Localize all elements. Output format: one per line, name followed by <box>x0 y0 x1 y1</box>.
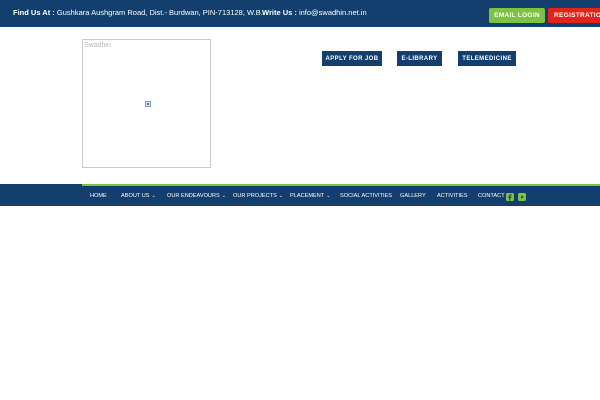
address-info: Find Us At : Gushkara Aushgram Road, Dis… <box>13 8 263 17</box>
email-login-button[interactable]: EMAIL LOGIN <box>489 8 545 23</box>
top-info-bar: Find Us At : Gushkara Aushgram Road, Dis… <box>0 0 600 27</box>
youtube-icon[interactable] <box>518 193 526 201</box>
nav-contact[interactable]: CONTACT <box>478 186 505 206</box>
e-library-button[interactable]: E-LIBRARY <box>397 51 442 66</box>
nav-about-us[interactable]: ABOUT US ⌄ <box>121 186 156 206</box>
nav-placement[interactable]: PLACEMENT ⌄ <box>290 186 330 206</box>
chevron-down-icon: ⌄ <box>151 193 156 199</box>
nav-our-projects[interactable]: OUR PROJECTS ⌄ <box>233 186 283 206</box>
chevron-down-icon: ⌄ <box>278 193 284 199</box>
nav-gallery[interactable]: GALLERY <box>400 186 426 206</box>
address-text: Gushkara Aushgram Road, Dist.- Burdwan, … <box>56 8 263 17</box>
write-us-label: Write Us : <box>262 8 297 17</box>
chevron-down-icon: ⌄ <box>326 193 331 199</box>
facebook-icon[interactable] <box>506 193 514 201</box>
registration-button[interactable]: REGISTRATION <box>548 8 600 23</box>
site-logo[interactable]: Swadhin <box>82 39 211 168</box>
telemedicine-button[interactable]: TELEMEDICINE <box>458 51 516 66</box>
email-info: Write Us : info@swadhin.net.in <box>262 8 367 17</box>
chevron-down-icon: ⌄ <box>221 193 226 199</box>
broken-image-icon <box>145 101 151 107</box>
nav-our-endeavours[interactable]: OUR ENDEAVOURS ⌄ <box>167 186 226 206</box>
logo-alt-text: Swadhin <box>84 42 111 49</box>
apply-for-job-button[interactable]: APPLY FOR JOB <box>322 51 382 66</box>
nav-home[interactable]: HOME <box>90 186 107 206</box>
email-link[interactable]: info@swadhin.net.in <box>299 8 367 17</box>
nav-activities[interactable]: ACTIVITIES <box>437 186 467 206</box>
nav-social-activities[interactable]: SOCIAL ACTIVITIES <box>340 186 392 206</box>
find-us-label: Find Us At : <box>13 8 55 17</box>
